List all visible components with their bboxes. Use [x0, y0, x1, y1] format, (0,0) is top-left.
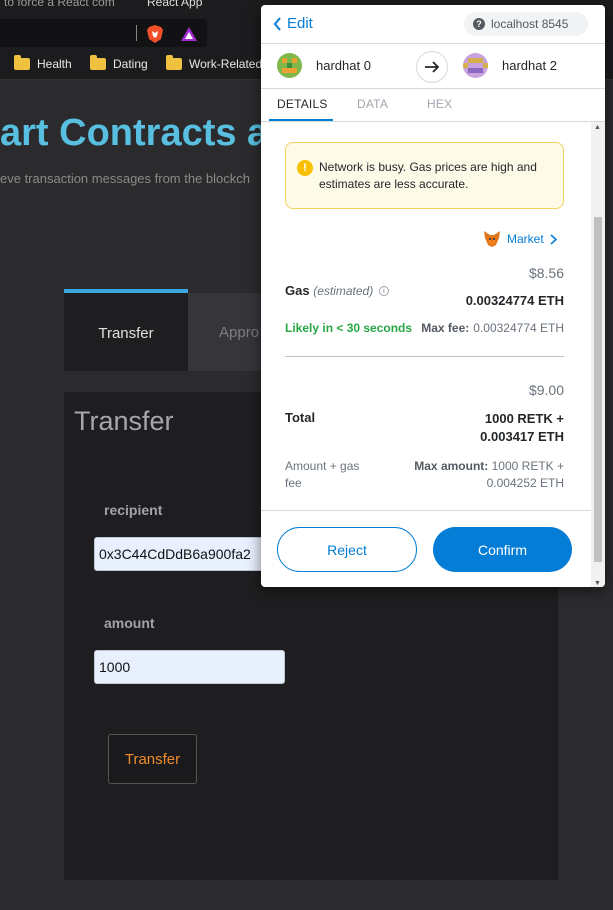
market-label: Market	[507, 232, 544, 246]
max-fee-label: Max fee:	[421, 321, 470, 335]
total-usd: $9.00	[528, 382, 564, 398]
gas-label-row: Gas (estimated) i	[285, 283, 389, 298]
recipient-label: recipient	[104, 502, 163, 518]
metamask-fox-icon	[484, 231, 500, 247]
warning-icon: !	[297, 160, 313, 176]
max-fee-row: Max fee: 0.00324774 ETH	[421, 321, 564, 335]
max-amount-label: Max amount:	[414, 459, 489, 473]
address-bar[interactable]	[0, 19, 207, 47]
page-subtitle: eve transaction messages from the blockc…	[0, 171, 251, 186]
network-question-icon: ?	[473, 18, 485, 30]
bookmark-health[interactable]: Health	[14, 55, 72, 71]
gas-label: Gas	[285, 283, 310, 298]
max-amount-value: 1000 RETK + 0.004252 ETH	[486, 459, 564, 490]
network-busy-warning: ! Network is busy. Gas prices are high a…	[285, 142, 564, 209]
tab-approve-label: Appro	[219, 324, 260, 341]
warning-text: Network is busy. Gas prices are high and…	[319, 160, 537, 191]
gas-fee-usd: $8.56	[528, 265, 564, 281]
brave-shield-icon[interactable]	[146, 24, 164, 44]
popup-header: Edit ? localhost 8545	[261, 5, 605, 43]
details-panel: ! Network is busy. Gas prices are high a…	[261, 122, 591, 587]
accounts-row: hardhat 0 hardhat 2	[261, 43, 605, 89]
to-avatar-icon	[463, 53, 488, 78]
amount-input[interactable]: 1000	[94, 650, 285, 684]
to-account[interactable]: hardhat 2	[463, 53, 557, 78]
network-pill[interactable]: ? localhost 8545	[464, 12, 588, 36]
recipient-input[interactable]: 0x3C44CdDdB6a900fa2	[94, 537, 269, 571]
metamask-confirm-popup: Edit ? localhost 8545 hardhat 0 hardhat	[261, 5, 605, 587]
tab-transfer[interactable]: Transfer	[64, 289, 188, 371]
tab-transfer-label: Transfer	[98, 325, 154, 342]
scroll-thumb[interactable]	[594, 217, 602, 562]
confirm-button[interactable]: Confirm	[433, 527, 572, 572]
network-label: localhost 8545	[491, 17, 569, 31]
scroll-down-icon[interactable]: ▼	[594, 580, 601, 587]
total-value-line-2: 0.003417 ETH	[480, 429, 564, 444]
browser-tab-1[interactable]: to force a React com	[4, 0, 115, 9]
amount-label: amount	[104, 615, 155, 631]
bookmark-label: Dating	[113, 57, 148, 71]
browser-tab-2[interactable]: React App	[147, 0, 202, 9]
edit-link[interactable]: Edit	[273, 15, 313, 32]
rewards-triangle-icon[interactable]	[180, 26, 198, 42]
address-separator	[136, 25, 137, 41]
bookmark-label: Health	[37, 57, 72, 71]
from-account[interactable]: hardhat 0	[277, 53, 371, 78]
tab-approve[interactable]: Appro	[188, 293, 268, 371]
active-tab-indicator	[269, 119, 333, 121]
popup-scrollbar[interactable]: ▲ ▼	[591, 122, 605, 587]
max-amount-row: Max amount: 1000 RETK + 0.004252 ETH	[404, 458, 564, 492]
tab-data[interactable]: DATA	[357, 97, 388, 111]
total-value-line-1: 1000 RETK +	[484, 411, 564, 426]
gas-timing-estimate: Likely in < 30 seconds	[285, 321, 413, 335]
popup-tabs: DETAILS DATA HEX	[261, 89, 605, 122]
card-title: Transfer	[74, 406, 174, 436]
info-icon[interactable]: i	[378, 286, 389, 296]
page-title: art Contracts a	[0, 112, 269, 154]
bookmark-dating[interactable]: Dating	[90, 55, 148, 71]
bookmark-label: Work-Related	[189, 57, 263, 71]
amount-gas-label: Amount + gas fee	[285, 459, 360, 490]
gas-market-link[interactable]: Market	[483, 230, 557, 248]
from-avatar-icon	[277, 53, 302, 78]
from-account-name: hardhat 0	[316, 58, 371, 73]
tab-details[interactable]: DETAILS	[277, 97, 328, 111]
arrow-right-icon	[416, 51, 448, 83]
scroll-up-icon[interactable]: ▲	[594, 124, 601, 131]
gas-fee-eth: 0.00324774 ETH	[465, 293, 564, 308]
total-label: Total	[285, 410, 316, 425]
to-account-name: hardhat 2	[502, 58, 557, 73]
bookmark-work-related[interactable]: Work-Related	[166, 55, 263, 71]
max-fee-value: 0.00324774 ETH	[473, 321, 564, 335]
section-divider	[285, 356, 564, 357]
folder-icon	[166, 55, 182, 70]
folder-icon	[14, 55, 30, 70]
chevron-right-icon	[550, 233, 557, 245]
footer-divider	[261, 510, 591, 511]
tab-hex[interactable]: HEX	[427, 97, 452, 111]
reject-button[interactable]: Reject	[277, 527, 417, 572]
folder-icon	[90, 55, 106, 70]
total-value: 1000 RETK + 0.003417 ETH	[444, 410, 564, 446]
gas-estimated-label: (estimated)	[313, 284, 374, 298]
transfer-button[interactable]: Transfer	[108, 734, 197, 784]
chevron-left-icon	[273, 16, 281, 31]
edit-label: Edit	[287, 15, 313, 32]
